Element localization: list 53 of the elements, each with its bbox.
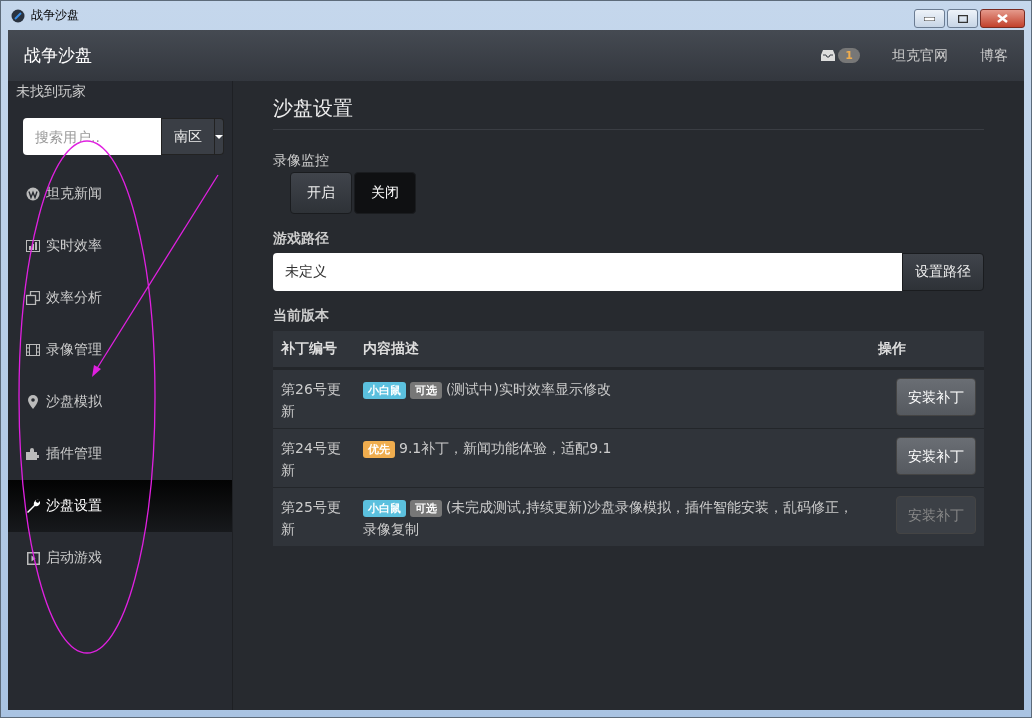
region-dropdown-button[interactable] bbox=[215, 118, 224, 155]
close-icon bbox=[997, 14, 1008, 23]
toggle-option[interactable]: 开启 bbox=[290, 172, 352, 214]
version-label: 当前版本 bbox=[273, 307, 330, 325]
sidebar-item[interactable]: 沙盘模拟 bbox=[8, 376, 232, 428]
window-title: 战争沙盘 bbox=[31, 7, 79, 24]
install-button[interactable]: 安装补丁 bbox=[896, 378, 976, 416]
description-cell: 优先 9.1补丁，新闻功能体验，适配9.1 bbox=[363, 437, 856, 481]
patch-cell-text: 第25号更新 bbox=[281, 498, 342, 539]
path-field[interactable]: 未定义 bbox=[273, 253, 902, 291]
minimize-button[interactable] bbox=[914, 9, 945, 28]
notification-badge: 1 bbox=[838, 48, 860, 63]
set-path-button[interactable]: 设置路径 bbox=[902, 253, 984, 291]
wrench-icon bbox=[26, 499, 40, 513]
copy-icon bbox=[26, 291, 40, 305]
patch-cell-text: 第24号更新 bbox=[281, 439, 342, 480]
nav-link[interactable]: 博客 bbox=[980, 46, 1008, 65]
sidebar-item[interactable]: 启动游戏 bbox=[8, 532, 232, 584]
bar-chart-icon bbox=[26, 240, 40, 252]
sidebar-item[interactable]: 坦克新闻 bbox=[8, 168, 232, 220]
inbox-icon bbox=[821, 50, 836, 61]
maximize-icon bbox=[957, 14, 968, 23]
close-button[interactable] bbox=[980, 9, 1025, 28]
maximize-button[interactable] bbox=[947, 9, 978, 28]
column-header: 补丁编号 bbox=[281, 340, 338, 358]
player-status: 未找到玩家 bbox=[15, 82, 87, 101]
play-icon bbox=[26, 551, 40, 565]
sidebar-item[interactable]: 沙盘设置 bbox=[8, 480, 232, 532]
toggle-option[interactable]: 关闭 bbox=[354, 172, 416, 214]
install-button[interactable]: 安装补丁 bbox=[896, 437, 976, 475]
minimize-icon bbox=[924, 16, 935, 21]
search-field[interactable]: 搜索用户.. bbox=[23, 118, 161, 155]
caret-icon bbox=[215, 134, 223, 139]
column-header: 操作 bbox=[877, 340, 907, 358]
wordpress-logo-icon bbox=[26, 187, 40, 201]
app-icon bbox=[11, 8, 25, 23]
nav-link[interactable]: 坦克官网 bbox=[892, 46, 948, 65]
film-icon bbox=[26, 344, 40, 356]
description-cell-text: 小白鼠 可选 (未完成测试,持续更新)沙盘录像模拟，插件智能安装，乱码修正，录像复制 bbox=[363, 498, 855, 539]
sidebar-item[interactable]: 实时效率 bbox=[8, 220, 232, 272]
app-brand: 战争沙盘 bbox=[24, 44, 92, 67]
sidebar-item[interactable]: 录像管理 bbox=[8, 324, 232, 376]
sidebar-item[interactable]: 插件管理 bbox=[8, 428, 232, 480]
recording-label: 录像监控 bbox=[273, 152, 330, 170]
path-label: 游戏路径 bbox=[273, 230, 330, 248]
region-button[interactable]: 南区 bbox=[161, 118, 215, 155]
column-header: 内容描述 bbox=[363, 340, 420, 358]
sidebar-item[interactable]: 效率分析 bbox=[8, 272, 232, 324]
puzzle-piece-icon bbox=[26, 448, 40, 460]
patch-cell-text: 第26号更新 bbox=[281, 380, 342, 421]
description-cell: 小白鼠 可选 (测试中)实时效率显示修改 bbox=[363, 378, 856, 422]
page-title: 沙盘设置 bbox=[273, 95, 984, 130]
map-pin-icon bbox=[28, 395, 38, 409]
